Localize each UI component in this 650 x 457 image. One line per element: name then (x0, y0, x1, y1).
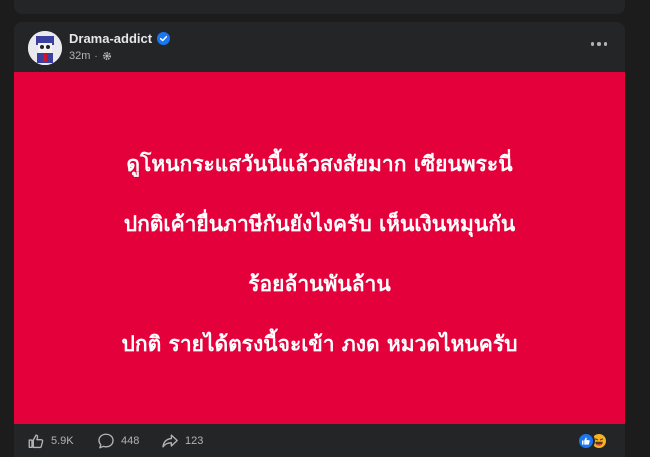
avatar[interactable] (28, 31, 62, 65)
share-button[interactable]: 123 (161, 432, 203, 450)
meta-separator: · (94, 50, 98, 62)
shares-count: 123 (185, 434, 204, 447)
post-text-line: ร้อยล้านพันล้าน (248, 272, 391, 296)
post-content-background: ดูโหนกระแสวันนี้แล้วสงสัยมาก เซียนพระนี่… (14, 72, 625, 424)
share-icon (162, 433, 178, 448)
verified-badge-icon (157, 32, 171, 45)
previous-post-card (14, 0, 625, 14)
post-text-line: ดูโหนกระแสวันนี้แล้วสงสัยมาก เซียนพระนี่ (126, 152, 513, 176)
comment-icon (98, 433, 114, 448)
post-card: Drama-addict 32m · ดูโหนกระแสวันนี้แล้วส… (14, 22, 625, 457)
likes-count: 5.9K (51, 434, 74, 447)
post-text-line: ปกติเค้ายื่นภาษีกันยังไงครับ เห็นเงินหมุ… (123, 212, 516, 236)
comments-count: 448 (121, 434, 140, 447)
comment-button[interactable]: 448 (97, 432, 139, 450)
post-text: ดูโหนกระแสวันนี้แล้วสงสัยมาก เซียนพระนี่… (122, 107, 518, 389)
post-header: Drama-addict 32m · (14, 22, 625, 74)
avatar-image (28, 31, 62, 65)
audience-gear-icon[interactable] (102, 51, 112, 61)
like-icon (577, 432, 595, 450)
like-button[interactable]: 5.9K (27, 432, 74, 450)
post-footer: 5.9K 448 123 (14, 424, 625, 457)
post-text-line: ปกติ รายได้ตรงนี้จะเข้า ภงด หมวดไหนครับ (121, 332, 518, 356)
more-options-icon[interactable] (587, 34, 611, 54)
thumbs-up-icon (28, 433, 44, 448)
author-name[interactable]: Drama-addict (69, 31, 152, 46)
post-timestamp[interactable]: 32m (69, 50, 90, 62)
reactions-summary[interactable] (577, 432, 611, 450)
